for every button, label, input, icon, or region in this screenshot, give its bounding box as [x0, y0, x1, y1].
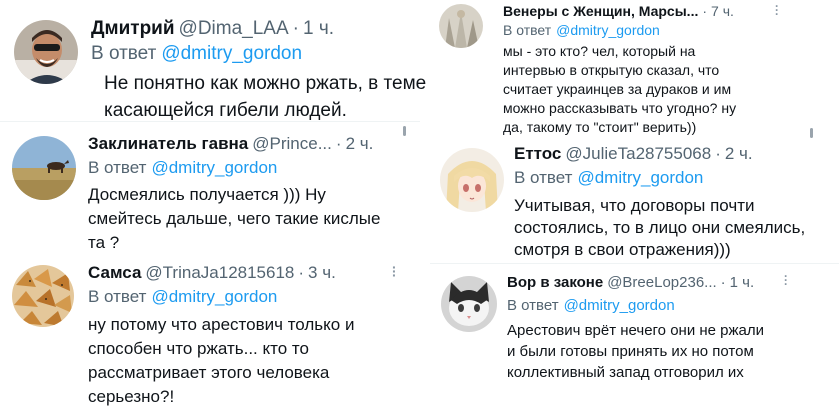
reply-context: В ответ @dmitry_gordon: [514, 168, 703, 188]
avatar[interactable]: [440, 148, 504, 212]
timestamp[interactable]: 2 ч.: [346, 134, 374, 154]
reply-context: В ответ @dmitry_gordon: [88, 287, 277, 307]
timestamp[interactable]: 1 ч.: [730, 274, 755, 291]
tweet-header: Еттос @JulieTa28755068 · 2 ч.: [514, 144, 753, 164]
tweet-text-line: касающейся гибели людей.: [104, 100, 347, 121]
reply-prefix: В ответ: [88, 158, 147, 177]
tweet-text-line: считает украинцев за дураков и им: [503, 81, 732, 97]
author-name[interactable]: Самса: [88, 263, 141, 283]
tweet-venery[interactable]: Венеры с Женщин, Марсы... · 7 ч. В ответ…: [430, 0, 839, 140]
tweet-text: Досмеялись получается ))) Ну смейтесь да…: [88, 183, 380, 255]
tweet-header: Заклинатель гавна @Prince... · 2 ч.: [88, 134, 373, 154]
scrollbar[interactable]: [810, 128, 813, 138]
avatar[interactable]: [14, 20, 78, 84]
tweet-text-line: мы - это кто? чел, который на: [503, 43, 696, 59]
reply-context: В ответ @dmitry_gordon: [507, 297, 675, 314]
tweet-text-line: ну потому что арестович только и: [88, 315, 355, 334]
author-handle[interactable]: @JulieTa28755068: [565, 144, 711, 164]
tweet-text-line: и были готовы принять их но потом: [507, 343, 754, 360]
tweet-text-line: Досмеялись получается ))) Ну: [88, 185, 326, 204]
tweet-text-line: интервью в открытую сказал, что: [503, 62, 720, 78]
reply-context: В ответ @dmitry_gordon: [88, 158, 277, 178]
tweet-text-line: да, такому то "стоит" верить)): [503, 119, 697, 135]
author-handle[interactable]: @TrinaJa12815618: [145, 263, 294, 283]
tweet-text-line: смотря в свои отражения))): [514, 240, 731, 259]
tweet-text-line: коллективный запад отговорил их: [507, 364, 744, 381]
scrollbar[interactable]: [403, 126, 406, 136]
tweet-text-line: Не понятно как можно ржать, в теме: [104, 73, 427, 94]
reply-prefix: В ответ: [514, 168, 573, 187]
reply-prefix: В ответ: [91, 43, 157, 64]
tweet-text-line: та ?: [88, 233, 120, 252]
tweet-dmitry[interactable]: Дмитрий @Dima_LAA · 1 ч. В ответ @dmitry_…: [0, 0, 426, 128]
mention-link[interactable]: @dmitry_gordon: [151, 287, 277, 306]
tweet-zaklinatel[interactable]: Заклинатель гавна @Prince... · 2 ч. В от…: [0, 122, 420, 252]
reply-context: В ответ @dmitry_gordon: [503, 22, 660, 38]
reply-prefix: В ответ: [88, 287, 147, 306]
tweet-ettos[interactable]: Еттос @JulieTa28755068 · 2 ч. В ответ @dm…: [430, 140, 839, 262]
mention-link[interactable]: @dmitry_gordon: [151, 158, 277, 177]
tweet-text-line: состоялись, то в лицо они смеялись,: [514, 218, 806, 237]
reply-prefix: В ответ: [507, 297, 559, 314]
reply-prefix: В ответ: [503, 22, 552, 38]
tweet-text-line: Учитывая, что договоры почти: [514, 196, 755, 215]
separator-dot: ·: [335, 134, 342, 153]
avatar[interactable]: [12, 265, 74, 327]
separator-dot: ·: [715, 144, 721, 163]
tweet-header: Венеры с Женщин, Марсы... · 7 ч.: [503, 3, 734, 19]
more-vertical-icon[interactable]: · · ·: [775, 0, 779, 20]
author-name[interactable]: Еттос: [514, 144, 561, 164]
avatar[interactable]: [12, 136, 76, 200]
timestamp[interactable]: 1 ч.: [303, 18, 334, 40]
tweet-text-line: серьезно?!: [88, 387, 175, 406]
tweet-text-line: смейтесь дальше, чего такие кислые: [88, 209, 381, 228]
tweet-header: Вор в законе @BreeLop236... · 1 ч.: [507, 274, 754, 291]
separator-dot: ·: [702, 3, 708, 19]
tweet-text-line: рассматривает этого человека: [88, 363, 330, 382]
author-handle[interactable]: @BreeLop236...: [607, 274, 716, 291]
tweet-header: Самса @TrinaJa12815618 · 3 ч.: [88, 263, 336, 283]
timestamp[interactable]: 3 ч.: [308, 263, 336, 283]
author-name[interactable]: Вор в законе: [507, 274, 603, 291]
tweet-text: мы - это кто? чел, который на интервью в…: [503, 42, 736, 137]
more-vertical-icon[interactable]: · · ·: [784, 270, 788, 290]
tweet-text: ну потому что арестович только и способе…: [88, 313, 354, 409]
timestamp[interactable]: 2 ч.: [725, 144, 753, 164]
separator-dot: ·: [298, 263, 305, 282]
tweet-text-line: можно рассказывать что угодно? ну: [503, 100, 737, 116]
mention-link[interactable]: @dmitry_gordon: [577, 168, 703, 187]
mention-link[interactable]: @dmitry_gordon: [556, 22, 660, 38]
tweet-text: Учитывая, что договоры почти состоялись,…: [514, 195, 805, 261]
mention-link[interactable]: @dmitry_gordon: [564, 297, 675, 314]
separator-dot: ·: [720, 274, 726, 291]
tweet-samsa[interactable]: Самса @TrinaJa12815618 · 3 ч. В ответ @dm…: [0, 255, 420, 413]
mention-link[interactable]: @dmitry_gordon: [161, 43, 302, 64]
avatar[interactable]: [441, 276, 497, 332]
tweet-vor-v-zakone[interactable]: Вор в законе @BreeLop236... · 1 ч. В отв…: [430, 264, 839, 413]
author-name[interactable]: Заклинатель гавна: [88, 134, 248, 154]
author-name[interactable]: Дмитрий: [91, 18, 175, 40]
tweet-header: Дмитрий @Dima_LAA · 1 ч.: [91, 18, 334, 40]
author-handle[interactable]: @Dima_LAA: [179, 18, 289, 40]
tweet-text: Не понятно как можно ржать, в теме касаю…: [104, 70, 426, 124]
avatar[interactable]: [439, 4, 483, 48]
tweet-text-line: Арестович врёт нечего они не ржали: [507, 322, 765, 339]
author-name[interactable]: Венеры с Женщин, Марсы...: [503, 3, 698, 19]
more-vertical-icon[interactable]: · · ·: [392, 260, 397, 282]
tweet-text: Арестович врёт нечего они не ржали и был…: [507, 320, 764, 383]
tweet-text-line: способен что ржать... кто то: [88, 339, 309, 358]
separator-dot: ·: [292, 18, 299, 39]
timestamp[interactable]: 7 ч.: [711, 3, 734, 19]
author-handle[interactable]: @Prince...: [252, 134, 332, 154]
reply-context: В ответ @dmitry_gordon: [91, 43, 302, 65]
